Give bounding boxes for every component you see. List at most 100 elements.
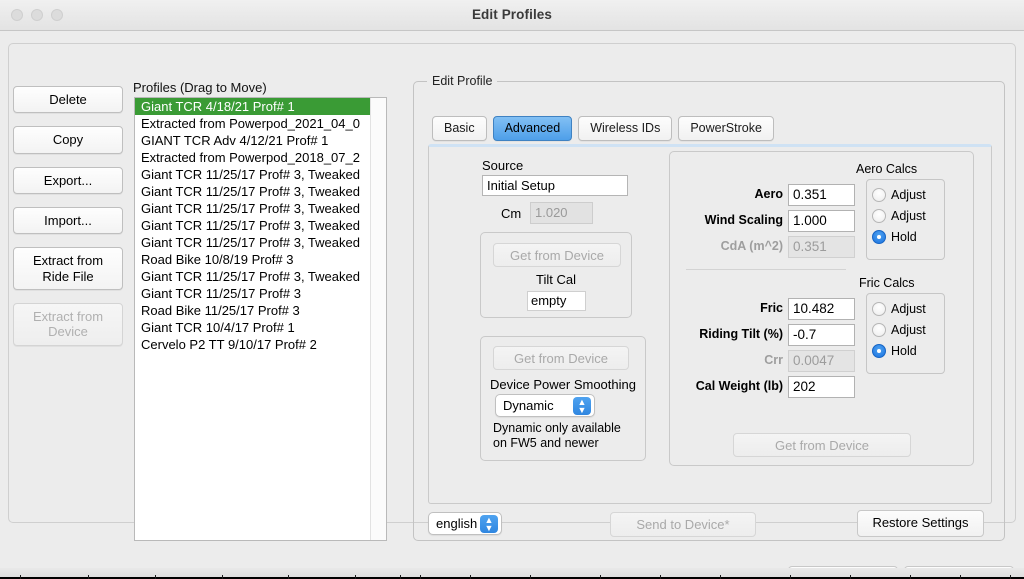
aero-label: Aero [755,187,783,201]
fric-calcs-radio-hold[interactable]: Hold [872,340,937,361]
cda-row: CdA (m^2) 0.351 [788,236,855,258]
device-power-smoothing-note: Dynamic only available on FW5 and newer [493,421,638,451]
aero-row: Aero 0.351 [788,184,855,206]
dock-item [960,575,961,579]
radio-unchecked-icon [872,209,886,223]
riding-tilt-input[interactable]: -0.7 [788,324,855,346]
cal-weight-input[interactable]: 202 [788,376,855,398]
cal-weight-label: Cal Weight (lb) [696,379,783,393]
fric-calcs-radio-adjust-1[interactable]: Adjust [872,298,937,319]
wind-scaling-row: Wind Scaling 1.000 [788,210,855,232]
dock-strip [0,568,1024,579]
wind-scaling-input[interactable]: 1.000 [788,210,855,232]
dock-item [420,575,421,579]
profile-list-item[interactable]: Cervelo P2 TT 9/10/17 Prof# 2 [135,336,371,353]
profile-list-item[interactable]: Giant TCR 11/25/17 Prof# 3, Tweaked [135,234,371,251]
window-content: Delete Copy Export... Import... Extract … [0,31,1024,568]
delete-button[interactable]: Delete [13,86,123,113]
profile-list-item[interactable]: Extracted from Powerpod_2018_07_2 [135,149,371,166]
profiles-list[interactable]: Giant TCR 4/18/21 Prof# 1Extracted from … [134,97,387,541]
fric-calcs-radio-adjust-1-label: Adjust [891,302,926,316]
aero-calcs-radio-adjust-1[interactable]: Adjust [872,184,937,205]
tilt-cal-group: Get from Device Tilt Cal empty [480,232,632,318]
tab-basic[interactable]: Basic [432,116,487,141]
profiles-list-scrollbar[interactable] [370,98,386,540]
fric-label: Fric [760,301,783,315]
profile-list-item[interactable]: Giant TCR 11/25/17 Prof# 3 [135,285,371,302]
copy-button[interactable]: Copy [13,126,123,153]
import-button[interactable]: Import... [13,207,123,234]
dock-item [355,575,356,579]
dock-item [88,575,89,579]
fric-input[interactable]: 10.482 [788,298,855,320]
calcs-group: Aero Calcs Aero 0.351 Wind Scaling 1.000… [669,151,974,466]
language-value: english [436,516,477,531]
export-button[interactable]: Export... [13,167,123,194]
get-from-device-smoothing-button: Get from Device [493,346,629,370]
edit-profile-group-label: Edit Profile [427,74,497,88]
language-select[interactable]: english ▲▼ [428,512,502,535]
profile-list-item[interactable]: Giant TCR 11/25/17 Prof# 3, Tweaked [135,166,371,183]
calcs-divider [686,269,846,270]
riding-tilt-row: Riding Tilt (%) -0.7 [788,324,855,346]
device-power-smoothing-group: Get from Device Device Power Smoothing D… [480,336,646,461]
profile-list-item[interactable]: Extracted from Powerpod_2021_04_0 [135,115,371,132]
aero-calcs-radio-hold[interactable]: Hold [872,226,937,247]
profile-list-item[interactable]: Giant TCR 11/25/17 Prof# 3, Tweaked [135,268,371,285]
profile-list-item[interactable]: Giant TCR 11/25/17 Prof# 3, Tweaked [135,183,371,200]
chevron-updown-icon: ▲▼ [573,397,591,415]
aero-calcs-radio-adjust-2[interactable]: Adjust [872,205,937,226]
aero-calcs-title: Aero Calcs [856,162,917,176]
dock-item [600,575,601,579]
edit-profile-group: Edit Profile Basic Advanced Wireless IDs… [413,81,1005,541]
fric-row: Fric 10.482 [788,298,855,320]
wind-scaling-label: Wind Scaling [705,213,783,227]
dock-item [222,575,223,579]
dock-item [660,575,661,579]
dock-bar [0,568,1024,577]
radio-unchecked-icon [872,188,886,202]
aero-input[interactable]: 0.351 [788,184,855,206]
advanced-tab-panel: Source Initial Setup Cm 1.020 Get from D… [428,144,992,504]
fric-calcs-radio-adjust-2[interactable]: Adjust [872,319,937,340]
device-power-smoothing-select[interactable]: Dynamic ▲▼ [495,394,595,417]
dock-item [20,575,21,579]
fric-calcs-title: Fric Calcs [859,276,915,290]
dock-item [400,575,401,579]
profile-list-item[interactable]: Giant TCR 11/25/17 Prof# 3, Tweaked [135,200,371,217]
profile-list-item[interactable]: Giant TCR 10/4/17 Prof# 1 [135,319,371,336]
profile-list-item[interactable]: Road Bike 11/25/17 Prof# 3 [135,302,371,319]
restore-settings-button[interactable]: Restore Settings [857,510,984,537]
profile-list-item[interactable]: Giant TCR 11/25/17 Prof# 3, Tweaked [135,217,371,234]
tab-advanced[interactable]: Advanced [493,116,573,141]
cda-input: 0.351 [788,236,855,258]
extract-from-ride-file-button[interactable]: Extract fromRide File [13,247,123,290]
radio-checked-icon [872,230,886,244]
send-to-device-button: Send to Device* [610,512,756,537]
aero-calcs-radio-group: Adjust Adjust Hold [866,179,945,260]
aero-calcs-radio-hold-label: Hold [891,230,917,244]
cda-label: CdA (m^2) [721,239,783,253]
source-field[interactable]: Initial Setup [482,175,628,196]
profile-list-item[interactable]: Giant TCR 4/18/21 Prof# 1 [135,98,371,115]
get-from-device-tilt-button: Get from Device [493,243,621,267]
get-from-device-calcs-button: Get from Device [733,433,911,457]
dock-item [720,575,721,579]
radio-unchecked-icon [872,302,886,316]
dock-item [1010,575,1011,579]
tab-wireless-ids[interactable]: Wireless IDs [578,116,672,141]
crr-row: Crr 0.0047 [788,350,855,372]
tab-bar: Basic Advanced Wireless IDs PowerStroke [432,116,774,141]
tilt-cal-label: Tilt Cal [481,272,631,287]
tilt-cal-value: empty [527,291,586,311]
window-titlebar: Edit Profiles [0,0,1024,31]
source-label: Source [482,158,523,173]
dock-item [850,575,851,579]
radio-unchecked-icon [872,323,886,337]
profile-list-item[interactable]: Road Bike 10/8/19 Prof# 3 [135,251,371,268]
tab-powerstroke[interactable]: PowerStroke [678,116,774,141]
dock-item [155,575,156,579]
fric-calcs-radio-adjust-2-label: Adjust [891,323,926,337]
profile-list-item[interactable]: GIANT TCR Adv 4/12/21 Prof# 1 [135,132,371,149]
device-power-smoothing-value: Dynamic [503,398,554,413]
